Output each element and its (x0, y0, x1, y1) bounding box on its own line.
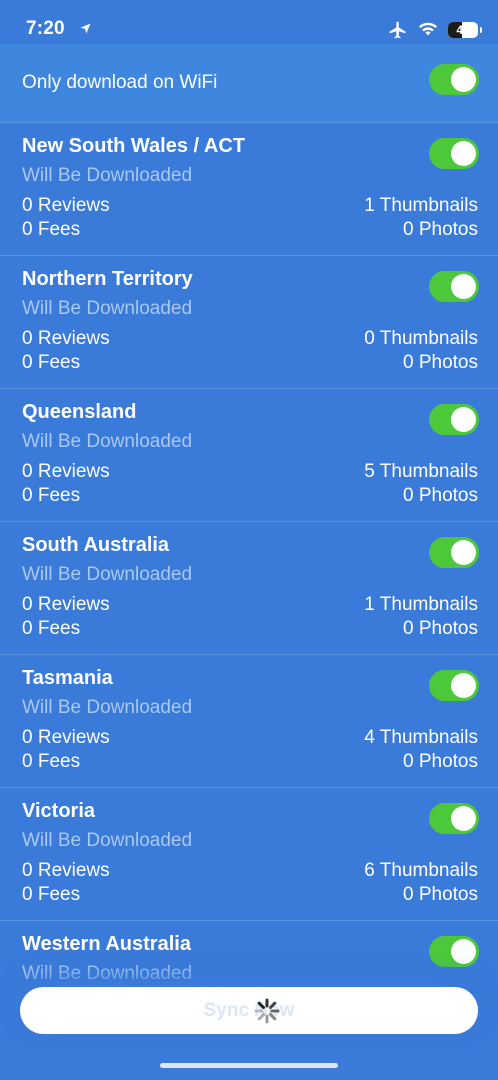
battery-icon: 47 (448, 22, 482, 38)
region-toggle[interactable] (429, 537, 479, 568)
region-reviews-count: 0 Reviews (22, 594, 110, 615)
region-row: South Australia Will Be Downloaded 0 Rev… (0, 521, 498, 654)
region-fees-count: 0 Fees (22, 884, 81, 905)
wifi-only-toggle[interactable] (429, 64, 479, 95)
region-fees-count: 0 Fees (22, 485, 81, 506)
region-toggle[interactable] (429, 271, 479, 302)
region-status: Will Be Downloaded (22, 963, 193, 984)
region-fees-count: 0 Fees (22, 751, 81, 772)
row-divider (0, 787, 498, 788)
region-thumbnails-count: 1 Thumbnails (364, 195, 478, 216)
region-row: Queensland Will Be Downloaded 0 Reviews … (0, 388, 498, 521)
row-divider (0, 255, 498, 256)
region-status: Will Be Downloaded (22, 298, 193, 319)
region-thumbnails-count: 4 Thumbnails (364, 727, 478, 748)
region-toggle[interactable] (429, 936, 479, 967)
region-thumbnails-count: 1 Thumbnails (364, 594, 478, 615)
region-name: Victoria (22, 800, 95, 822)
region-photos-count: 0 Photos (403, 618, 478, 639)
region-toggle[interactable] (429, 670, 479, 701)
region-status: Will Be Downloaded (22, 564, 193, 585)
airplane-icon (389, 21, 406, 39)
region-row: Victoria Will Be Downloaded 0 Reviews 0 … (0, 787, 498, 920)
region-photos-count: 0 Photos (403, 352, 478, 373)
region-toggle[interactable] (429, 404, 479, 435)
toggle-knob (451, 407, 476, 432)
toggle-knob (451, 673, 476, 698)
wifi-icon (419, 22, 437, 36)
sync-now-label: Sync Now (203, 1000, 295, 1021)
toggle-knob (451, 939, 476, 964)
region-status: Will Be Downloaded (22, 697, 193, 718)
region-reviews-count: 0 Reviews (22, 461, 110, 482)
row-divider (0, 388, 498, 389)
region-toggle[interactable] (429, 803, 479, 834)
region-row: Tasmania Will Be Downloaded 0 Reviews 0 … (0, 654, 498, 787)
region-name: Northern Territory (22, 268, 193, 290)
loading-spinner-icon (254, 998, 280, 1024)
region-name: South Australia (22, 534, 170, 556)
row-divider (0, 920, 498, 921)
region-name: New South Wales / ACT (22, 135, 245, 157)
region-thumbnails-count: 5 Thumbnails (364, 461, 478, 482)
wifi-only-setting-row: Only download on WiFi (0, 44, 498, 122)
wifi-only-label: Only download on WiFi (22, 72, 218, 93)
toggle-knob (451, 67, 476, 92)
region-fees-count: 0 Fees (22, 618, 81, 639)
region-photos-count: 0 Photos (403, 485, 478, 506)
status-time: 7:20 (26, 18, 65, 39)
region-status: Will Be Downloaded (22, 431, 193, 452)
toggle-knob (451, 540, 476, 565)
status-bar: 7:20 47 (0, 0, 498, 44)
toggle-knob (451, 806, 476, 831)
sync-now-button[interactable]: Sync Now (20, 987, 478, 1034)
region-status: Will Be Downloaded (22, 830, 193, 851)
battery-percentage: 47 (456, 23, 470, 37)
toggle-knob (451, 274, 476, 299)
status-icons: 47 (388, 19, 482, 41)
region-fees-count: 0 Fees (22, 352, 81, 373)
region-name: Tasmania (22, 667, 113, 689)
region-status: Will Be Downloaded (22, 165, 193, 186)
toggle-knob (451, 141, 476, 166)
region-name: Queensland (22, 401, 137, 423)
row-divider (0, 654, 498, 655)
region-thumbnails-count: 0 Thumbnails (364, 328, 478, 349)
region-reviews-count: 0 Reviews (22, 860, 110, 881)
region-reviews-count: 0 Reviews (22, 727, 110, 748)
location-arrow-icon (80, 23, 91, 34)
region-reviews-count: 0 Reviews (22, 195, 110, 216)
region-row: Northern Territory Will Be Downloaded 0 … (0, 255, 498, 388)
row-divider (0, 521, 498, 522)
home-indicator (160, 1063, 338, 1068)
region-photos-count: 0 Photos (403, 219, 478, 240)
region-thumbnails-count: 6 Thumbnails (364, 860, 478, 881)
region-row: New South Wales / ACT Will Be Downloaded… (0, 122, 498, 255)
region-reviews-count: 0 Reviews (22, 328, 110, 349)
region-photos-count: 0 Photos (403, 884, 478, 905)
row-divider (0, 122, 498, 123)
region-toggle[interactable] (429, 138, 479, 169)
region-name: Western Australia (22, 933, 191, 955)
region-fees-count: 0 Fees (22, 219, 81, 240)
region-photos-count: 0 Photos (403, 751, 478, 772)
